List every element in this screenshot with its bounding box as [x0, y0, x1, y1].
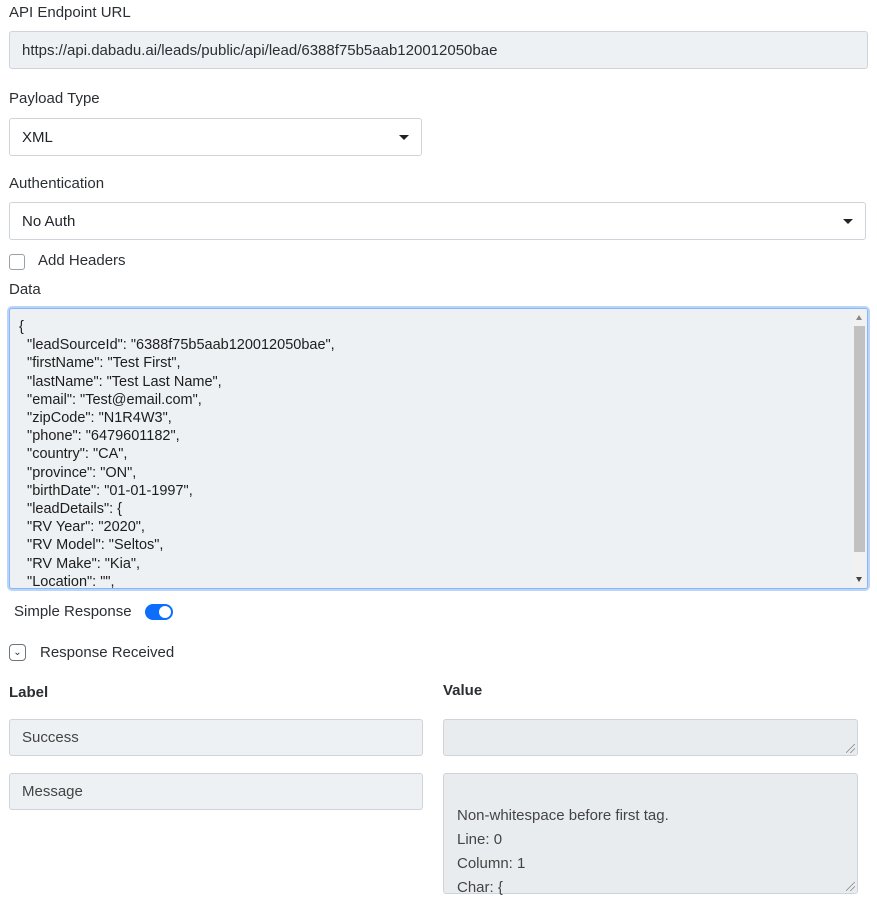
data-code-line: "firstName": "Test First",: [19, 355, 181, 372]
toggle-knob: [159, 606, 171, 618]
simple-response-label: Simple Response: [14, 603, 132, 620]
response-label-message: Message: [22, 783, 83, 800]
data-code-line: {: [19, 319, 24, 335]
payload-type-select[interactable]: XML: [9, 118, 422, 156]
scroll-down-icon[interactable]: [856, 577, 862, 582]
data-code-line: "birthDate": "01-01-1997",: [19, 482, 193, 499]
response-value-message: Non-whitespace before first tag. Line: 0…: [457, 807, 669, 896]
data-code-line: "Location": "",: [19, 573, 115, 589]
response-collapse-button[interactable]: ⌄: [9, 644, 26, 661]
simple-response-toggle[interactable]: [145, 604, 173, 620]
payload-type-value: XML: [22, 128, 53, 146]
data-code-line: "RV Year": "2020",: [19, 519, 145, 536]
data-code-line: "zipCode": "N1R4W3",: [19, 410, 172, 427]
chevron-down-icon: [399, 134, 409, 140]
data-code-line: "province": "ON",: [19, 464, 137, 481]
authentication-value: No Auth: [22, 212, 76, 230]
chevron-down-icon: [843, 218, 853, 224]
data-code-line: "RV Model": "Seltos",: [19, 537, 164, 554]
data-label: Data: [9, 281, 41, 298]
response-label-success: Success: [22, 729, 79, 746]
data-code-line: "email": "Test@email.com",: [19, 391, 202, 408]
data-code-line: "leadDetails": {: [19, 501, 122, 518]
data-code-line: "phone": "6479601182",: [19, 428, 180, 445]
resize-handle-icon[interactable]: [846, 744, 855, 753]
resize-handle-icon[interactable]: [846, 882, 855, 891]
value-column-header: Value: [443, 682, 483, 699]
scroll-up-icon[interactable]: [856, 315, 862, 320]
chevron-down-icon: ⌄: [13, 647, 22, 658]
response-label-field[interactable]: Success: [9, 719, 423, 756]
label-column-header: Label: [9, 684, 49, 701]
api-endpoint-field[interactable]: https://api.dabadu.ai/leads/public/api/l…: [9, 31, 868, 69]
response-label-field[interactable]: Message: [9, 773, 423, 810]
response-value-field[interactable]: Non-whitespace before first tag. Line: 0…: [443, 773, 858, 896]
response-value-field[interactable]: [443, 719, 858, 756]
api-endpoint-value: https://api.dabadu.ai/leads/public/api/l…: [22, 41, 498, 59]
add-headers-label: Add Headers: [38, 252, 126, 269]
data-code-line: "country": "CA",: [19, 446, 128, 463]
data-code: { "leadSourceId": "6388f75b5aab120012050…: [19, 318, 335, 589]
scrollbar-thumb[interactable]: [854, 326, 865, 552]
api-endpoint-label: API Endpoint URL: [9, 4, 131, 21]
data-code-line: "leadSourceId": "6388f75b5aab120012050ba…: [19, 337, 335, 354]
authentication-label: Authentication: [9, 175, 105, 192]
data-textarea[interactable]: { "leadSourceId": "6388f75b5aab120012050…: [9, 308, 868, 589]
add-headers-checkbox[interactable]: [9, 254, 25, 270]
payload-type-label: Payload Type: [9, 90, 100, 107]
data-code-line: "lastName": "Test Last Name",: [19, 373, 222, 390]
data-code-line: "RV Make": "Kia",: [19, 555, 141, 572]
data-scrollbar[interactable]: [852, 309, 867, 588]
response-received-label: Response Received: [40, 644, 175, 661]
authentication-select[interactable]: No Auth: [9, 202, 866, 240]
